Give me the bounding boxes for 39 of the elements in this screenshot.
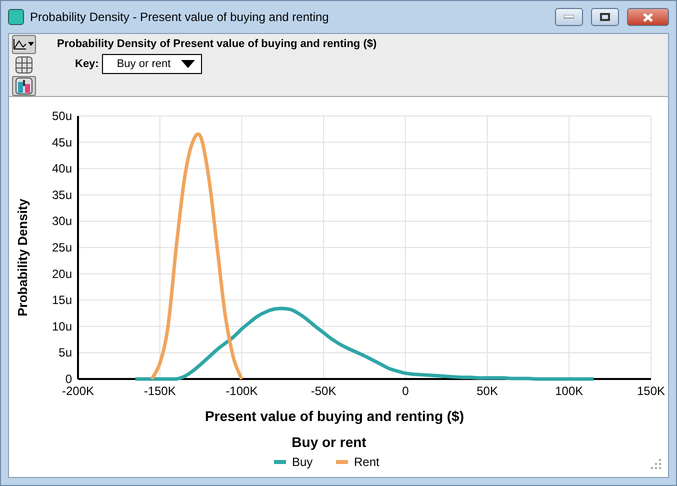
x-axis-title: Present value of buying and renting ($) bbox=[204, 408, 464, 424]
y-tick-label: 25u bbox=[52, 240, 72, 254]
x-tick-label: 0 bbox=[402, 384, 409, 398]
y-tick-label: 20u bbox=[52, 266, 72, 281]
legend-label: Buy bbox=[292, 455, 313, 469]
y-tick-label: 35u bbox=[52, 188, 72, 202]
x-tick-label: 100K bbox=[555, 384, 584, 398]
y-tick-label: 40u bbox=[52, 162, 72, 176]
y-tick-label: 15u bbox=[52, 293, 72, 308]
x-tick-label: -100K bbox=[226, 384, 258, 398]
legend-label: Rent bbox=[354, 455, 380, 469]
minimize-button[interactable] bbox=[555, 8, 583, 26]
y-tick-label: 5u bbox=[58, 346, 72, 360]
resize-grip-icon[interactable] bbox=[651, 459, 661, 469]
legend-title: Buy or rent bbox=[292, 434, 366, 450]
y-tick-label: 30u bbox=[52, 214, 72, 228]
close-icon bbox=[643, 12, 653, 22]
graph-view-button[interactable] bbox=[12, 76, 36, 96]
maximize-button[interactable] bbox=[591, 8, 619, 26]
minimize-icon bbox=[564, 15, 574, 19]
y-tick-label: 10u bbox=[52, 319, 72, 334]
app-icon bbox=[8, 9, 24, 25]
y-tick-label: 50u bbox=[52, 109, 72, 123]
graph-title: Probability Density of Present value of buying and renting ($) bbox=[57, 38, 377, 50]
x-tick-label: 50K bbox=[476, 384, 498, 398]
chart-type-dropdown[interactable] bbox=[12, 35, 36, 54]
window-title: Probability Density - Present value of buying and renting bbox=[30, 10, 330, 24]
y-axis-title: Probability Density bbox=[15, 198, 30, 316]
key-dropdown[interactable]: Buy or rent bbox=[102, 54, 202, 74]
x-tick-label: -150K bbox=[144, 384, 176, 398]
maximize-icon bbox=[600, 13, 610, 21]
key-label: Key: bbox=[75, 58, 99, 70]
x-tick-label: -200K bbox=[62, 384, 94, 398]
caret-icon bbox=[180, 60, 195, 68]
x-tick-label: 150K bbox=[636, 384, 666, 398]
y-tick-label: 0 bbox=[65, 372, 72, 386]
y-tick-label: 45u bbox=[52, 135, 72, 150]
x-tick-label: -50K bbox=[310, 384, 336, 398]
close-button[interactable] bbox=[627, 8, 669, 26]
